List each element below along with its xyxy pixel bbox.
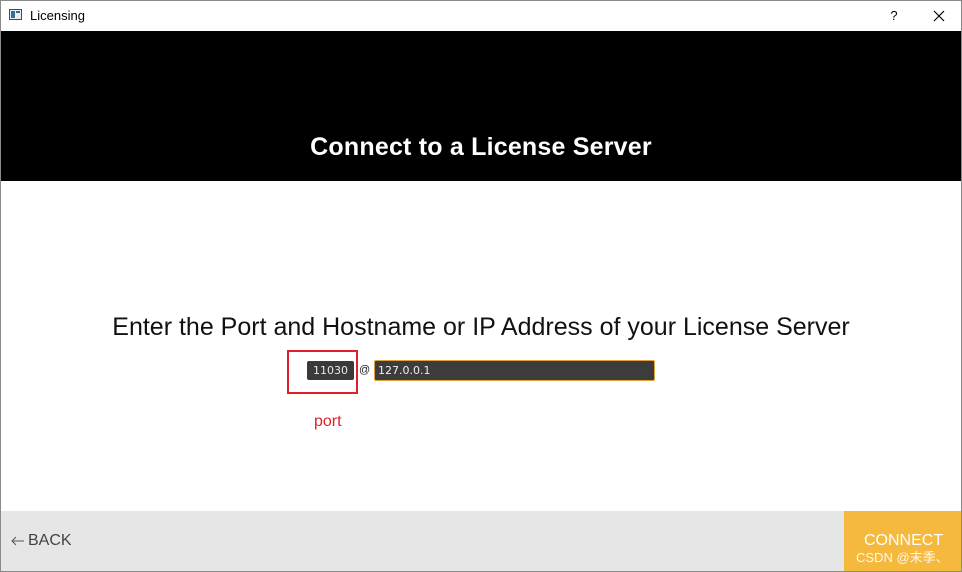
- connect-button[interactable]: CONNECT CSDN @末季、: [844, 511, 961, 571]
- help-button[interactable]: ?: [878, 6, 910, 28]
- watermark-text: CSDN @末季、: [856, 550, 949, 565]
- hostname-input[interactable]: [374, 360, 655, 381]
- close-button[interactable]: [919, 4, 959, 28]
- port-annotation-box: [287, 350, 358, 394]
- arrow-left-icon: [11, 536, 24, 546]
- at-separator: @: [359, 364, 371, 376]
- header-banner: Connect to a License Server: [1, 31, 961, 181]
- instruction-text: Enter the Port and Hostname or IP Addres…: [112, 313, 850, 341]
- close-icon: [933, 10, 945, 22]
- footer-bar: BACK CONNECT CSDN @末季、: [1, 511, 961, 571]
- licensing-window: Licensing ? Connect to a License Server …: [0, 0, 962, 572]
- back-button-label: BACK: [28, 532, 72, 549]
- window-title: Licensing: [30, 8, 85, 23]
- app-window-icon: [9, 9, 22, 20]
- page-title: Connect to a License Server: [310, 133, 652, 161]
- port-annotation-label: port: [314, 413, 342, 430]
- title-bar[interactable]: Licensing ?: [1, 1, 961, 31]
- back-button[interactable]: BACK: [11, 532, 72, 550]
